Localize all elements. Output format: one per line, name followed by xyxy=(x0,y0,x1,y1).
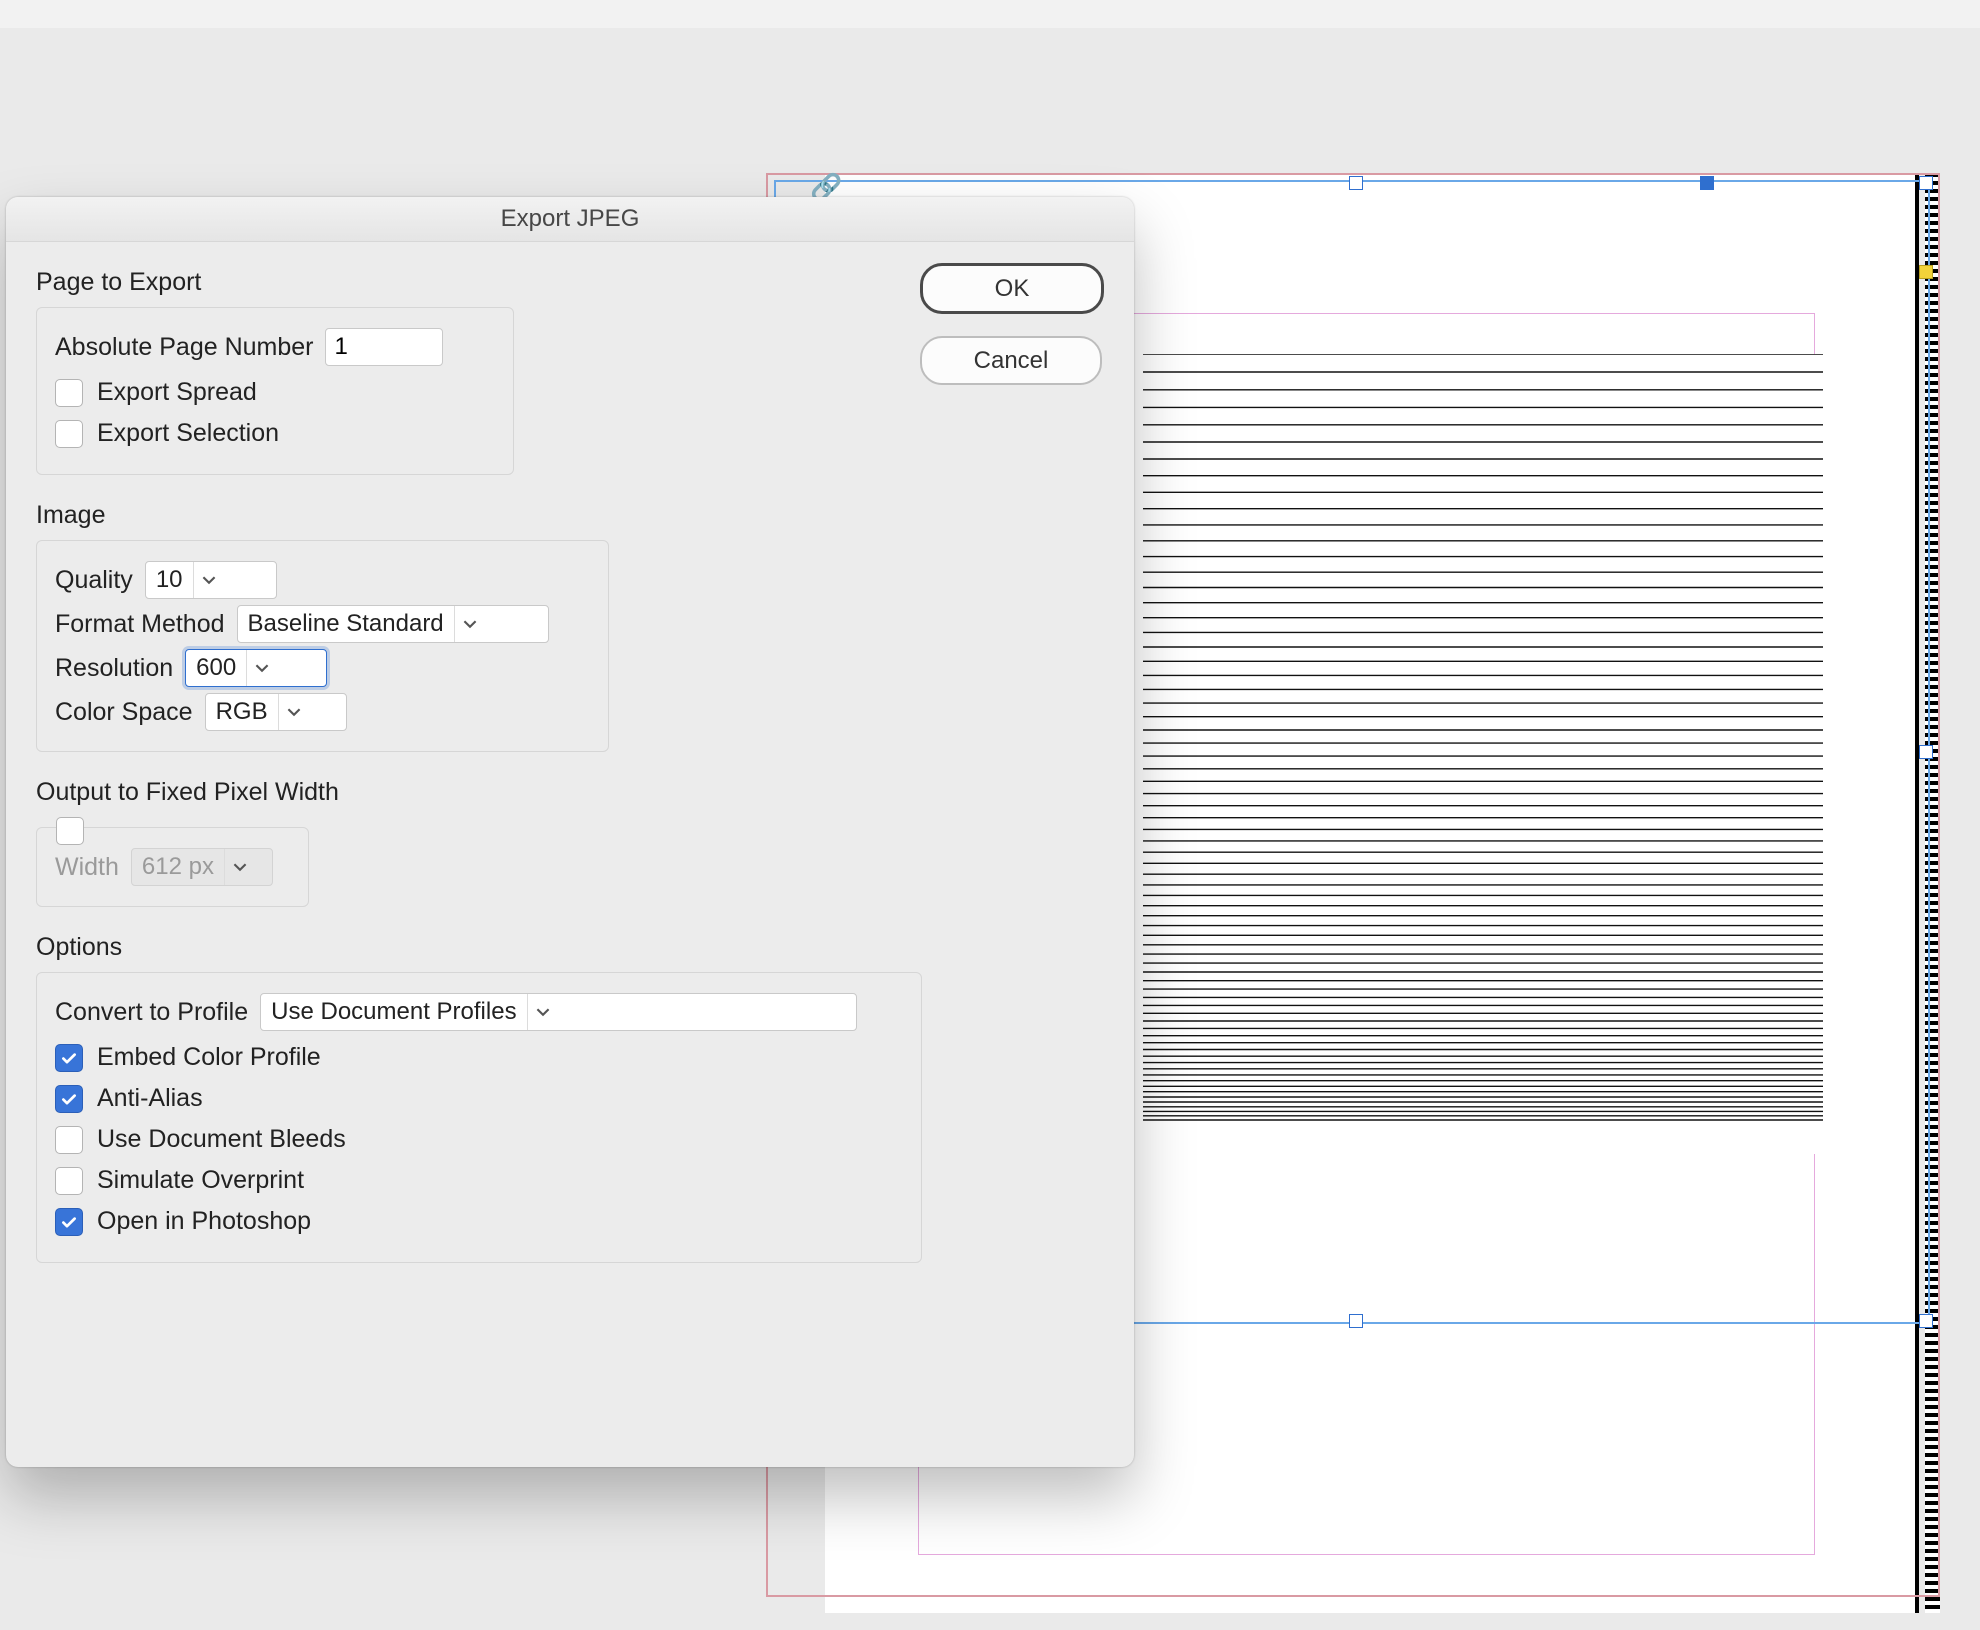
embed-color-profile-checkbox[interactable]: Embed Color Profile xyxy=(55,1043,903,1072)
resolution-select[interactable]: 600 xyxy=(185,649,327,687)
app-toolbar xyxy=(0,0,1980,29)
width-select: 612 px xyxy=(131,848,273,886)
chevron-down-icon xyxy=(278,694,309,730)
selection-handle[interactable] xyxy=(1349,1314,1363,1328)
section-image: Image xyxy=(36,501,1112,530)
selection-handle[interactable] xyxy=(1919,176,1933,190)
width-label: Width xyxy=(55,853,119,882)
format-method-label: Format Method xyxy=(55,610,225,639)
ok-button[interactable]: OK xyxy=(920,263,1104,314)
selection-handle[interactable] xyxy=(1919,1314,1933,1328)
chevron-down-icon xyxy=(193,562,224,598)
abs-page-label: Absolute Page Number xyxy=(55,333,313,362)
image-group: Quality 10 Format Method Baseline Standa… xyxy=(36,540,609,752)
open-in-photoshop-checkbox[interactable]: Open in Photoshop xyxy=(55,1207,903,1236)
chevron-down-icon xyxy=(246,650,277,686)
export-jpeg-dialog: Export JPEG OK Cancel Page to Export Abs… xyxy=(6,197,1134,1467)
section-fixed-width: Output to Fixed Pixel Width xyxy=(36,778,1112,807)
resolution-label: Resolution xyxy=(55,654,173,683)
export-spread-checkbox[interactable]: Export Spread xyxy=(55,378,495,407)
selection-handle[interactable] xyxy=(1700,176,1714,190)
use-document-bleeds-checkbox[interactable]: Use Document Bleeds xyxy=(55,1125,903,1154)
convert-profile-label: Convert to Profile xyxy=(55,998,248,1027)
color-space-label: Color Space xyxy=(55,698,193,727)
chevron-down-icon xyxy=(454,606,485,642)
selection-handle[interactable] xyxy=(1919,745,1933,759)
options-group: Convert to Profile Use Document Profiles… xyxy=(36,972,922,1263)
format-method-select[interactable]: Baseline Standard xyxy=(237,605,549,643)
color-space-select[interactable]: RGB xyxy=(205,693,347,731)
cancel-button[interactable]: Cancel xyxy=(920,336,1102,385)
dialog-title: Export JPEG xyxy=(6,197,1134,242)
quality-label: Quality xyxy=(55,566,133,595)
page-export-group: Absolute Page Number Export Spread Expor… xyxy=(36,307,514,475)
chevron-down-icon xyxy=(224,849,255,885)
convert-profile-select[interactable]: Use Document Profiles xyxy=(260,993,857,1031)
export-selection-checkbox[interactable]: Export Selection xyxy=(55,419,495,448)
section-options: Options xyxy=(36,933,1112,962)
chevron-down-icon xyxy=(527,994,558,1030)
selection-handle[interactable] xyxy=(1349,176,1363,190)
anti-alias-checkbox[interactable]: Anti-Alias xyxy=(55,1084,903,1113)
selection-handle[interactable] xyxy=(1919,265,1933,279)
quality-select[interactable]: 10 xyxy=(145,561,277,599)
simulate-overprint-checkbox[interactable]: Simulate Overprint xyxy=(55,1166,903,1195)
abs-page-input[interactable] xyxy=(325,328,443,366)
